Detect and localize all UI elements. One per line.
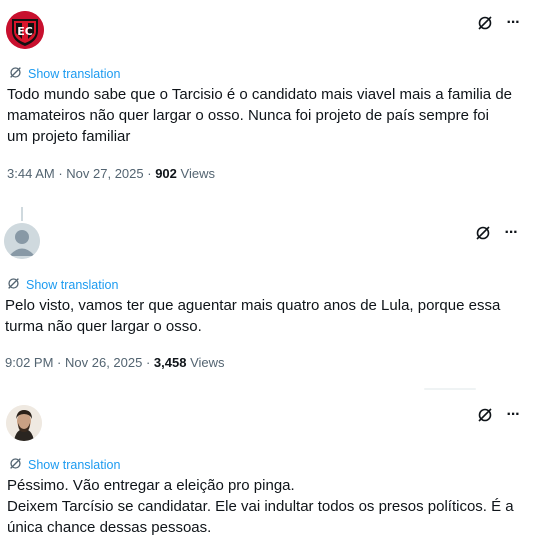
- post-3-text-line1: Péssimo. Vão entregar a eleição pro ping…: [7, 477, 295, 494]
- post-3-text-line2: Deixem Tarcísio se candidatar. Ele vai i…: [7, 498, 514, 536]
- no-translate-icon[interactable]: [476, 406, 494, 424]
- post-3: ··· Show translation Péssimo. Vão entreg…: [0, 0, 541, 552]
- post-3-text: Péssimo. Vão entregar a eleição pro ping…: [7, 475, 527, 538]
- show-translation-link[interactable]: Show translation: [9, 457, 120, 473]
- translate-icon: [9, 457, 22, 473]
- more-dots-icon[interactable]: ···: [504, 406, 522, 424]
- portrait-avatar[interactable]: [6, 405, 42, 441]
- post-3-actions: ···: [476, 406, 522, 424]
- portrait-icon: [6, 405, 42, 441]
- show-translation-label[interactable]: Show translation: [28, 458, 120, 472]
